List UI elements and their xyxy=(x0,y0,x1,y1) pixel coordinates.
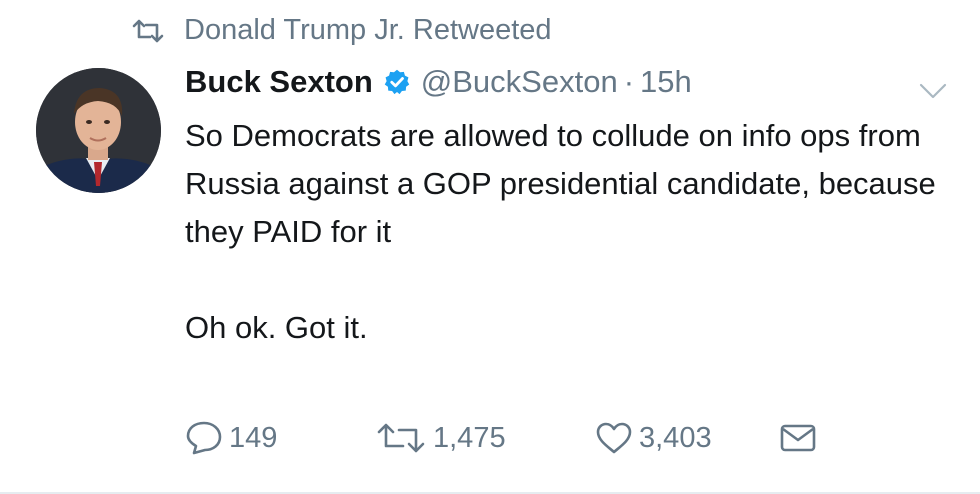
verified-badge-icon xyxy=(384,69,410,95)
tweet-header: Buck Sexton @BuckSexton · 15h xyxy=(185,64,692,100)
reply-icon xyxy=(186,421,222,455)
author-handle[interactable]: @BuckSexton xyxy=(421,64,618,100)
avatar[interactable] xyxy=(36,68,161,193)
retweet-context[interactable]: Donald Trump Jr. Retweeted xyxy=(130,14,552,47)
like-button[interactable]: 3,403 xyxy=(595,421,780,455)
tweet-text: So Democrats are allowed to collude on i… xyxy=(185,112,945,352)
like-count: 3,403 xyxy=(639,421,712,454)
avatar-photo xyxy=(36,68,161,193)
tweet-paragraph: Oh ok. Got it. xyxy=(185,310,368,345)
retweet-icon xyxy=(132,19,164,42)
envelope-icon xyxy=(780,424,816,452)
retweet-context-label: Donald Trump Jr. Retweeted xyxy=(184,14,552,46)
reply-button[interactable]: 149 xyxy=(185,420,375,456)
retweet-icon xyxy=(377,423,425,453)
reply-count: 149 xyxy=(229,421,278,454)
tweet-actions: 149 1,475 3,403 xyxy=(185,420,816,456)
direct-message-button[interactable] xyxy=(780,423,816,453)
heart-icon xyxy=(596,422,632,454)
author-display-name[interactable]: Buck Sexton xyxy=(185,64,373,100)
chevron-down-icon[interactable] xyxy=(918,82,948,100)
separator-dot: · xyxy=(623,64,635,99)
tweet-timestamp[interactable]: 15h xyxy=(640,64,692,100)
retweet-button[interactable]: 1,475 xyxy=(375,421,595,455)
tweet-paragraph: So Democrats are allowed to collude on i… xyxy=(185,118,936,249)
retweet-count: 1,475 xyxy=(433,421,506,454)
